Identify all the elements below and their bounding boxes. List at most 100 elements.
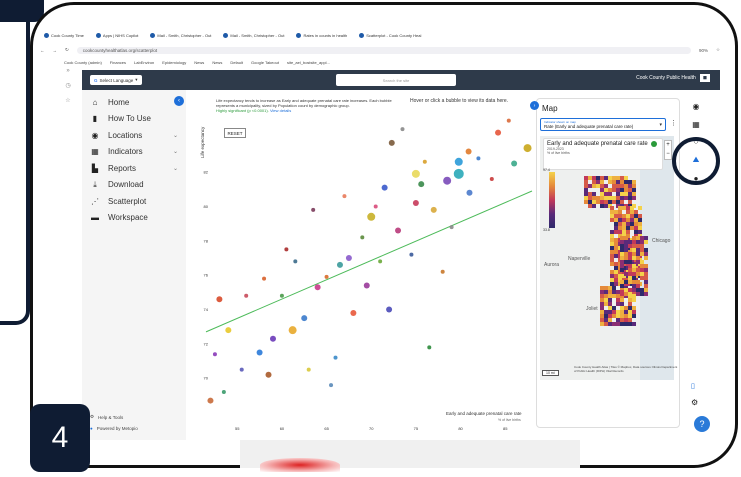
scatter-point[interactable] [360, 235, 365, 240]
map-region[interactable] [592, 180, 596, 184]
map-region[interactable] [628, 302, 632, 306]
scatter-point[interactable] [345, 255, 352, 261]
map-region[interactable] [612, 184, 616, 188]
map-region[interactable] [604, 302, 608, 306]
map-region[interactable] [608, 290, 612, 294]
map-region[interactable] [604, 290, 608, 294]
map-region[interactable] [618, 222, 622, 226]
scatter-point[interactable] [454, 157, 463, 166]
scatter-point[interactable] [363, 282, 370, 289]
map-region[interactable] [624, 192, 628, 196]
map-region[interactable] [644, 280, 648, 284]
map-region[interactable] [610, 214, 614, 218]
scatter-point[interactable] [256, 349, 263, 356]
map-region[interactable] [610, 250, 614, 254]
scatter-point[interactable] [373, 204, 378, 209]
map-region[interactable] [592, 192, 596, 196]
map-region[interactable] [628, 184, 632, 188]
map-region[interactable] [628, 196, 632, 200]
map-region[interactable] [620, 196, 624, 200]
map-region[interactable] [620, 318, 624, 322]
map-region[interactable] [610, 274, 614, 278]
map-region[interactable] [644, 252, 648, 256]
map-region[interactable] [614, 226, 618, 230]
scatter-point[interactable] [395, 227, 402, 234]
map-region[interactable] [610, 206, 614, 210]
map-region[interactable] [624, 196, 628, 200]
map-region[interactable] [620, 248, 624, 252]
map-region[interactable] [636, 240, 640, 244]
scatter-point[interactable] [329, 383, 334, 388]
map-region[interactable] [644, 256, 648, 260]
map-region[interactable] [644, 264, 648, 268]
map-region[interactable] [612, 176, 616, 180]
map-region[interactable] [610, 278, 614, 282]
scatter-point[interactable] [350, 309, 357, 316]
map-region[interactable] [634, 222, 638, 226]
scatter-point[interactable] [225, 327, 232, 334]
map-region[interactable] [622, 222, 626, 226]
scatter-point[interactable] [427, 345, 432, 350]
map-zoom-control[interactable]: + − [664, 140, 672, 160]
map-region[interactable] [608, 298, 612, 302]
map-region[interactable] [624, 292, 628, 296]
map-region[interactable] [632, 192, 636, 196]
map-region[interactable] [620, 200, 624, 204]
map-region[interactable] [608, 188, 612, 192]
map-region[interactable] [600, 176, 604, 180]
map-region[interactable] [600, 188, 604, 192]
map-region[interactable] [626, 206, 630, 210]
map-region[interactable] [610, 218, 614, 222]
scatter-point[interactable] [367, 212, 376, 221]
map-region[interactable] [624, 188, 628, 192]
map-region[interactable] [588, 192, 592, 196]
map-region[interactable] [620, 252, 624, 256]
scatter-point[interactable] [386, 306, 393, 313]
map-region[interactable] [634, 218, 638, 222]
scatter-point[interactable] [284, 247, 289, 252]
map-region[interactable] [640, 272, 644, 276]
map-region[interactable] [644, 268, 648, 272]
map-region[interactable] [584, 188, 588, 192]
map-region[interactable] [604, 204, 608, 208]
map-region[interactable] [640, 252, 644, 256]
map-region[interactable] [614, 282, 618, 286]
map-region[interactable] [604, 318, 608, 322]
map-region[interactable] [608, 192, 612, 196]
map-region[interactable] [632, 248, 636, 252]
scatter-point[interactable] [506, 118, 511, 123]
map-region[interactable] [624, 306, 628, 310]
map-region[interactable] [624, 252, 628, 256]
map-region[interactable] [624, 248, 628, 252]
map-region[interactable] [636, 248, 640, 252]
map-region[interactable] [592, 176, 596, 180]
map-region[interactable] [634, 210, 638, 214]
map-region[interactable] [614, 222, 618, 226]
map-region[interactable] [628, 268, 632, 272]
map-region[interactable] [628, 188, 632, 192]
scatter-point[interactable] [400, 127, 405, 132]
map-region[interactable] [600, 180, 604, 184]
map-region[interactable] [640, 276, 644, 280]
map-region[interactable] [620, 298, 624, 302]
map-region[interactable] [632, 236, 636, 240]
map-region[interactable] [636, 272, 640, 276]
map-region[interactable] [608, 318, 612, 322]
scatter-point[interactable] [381, 184, 388, 191]
map-region[interactable] [600, 306, 604, 310]
map-region[interactable] [620, 184, 624, 188]
scatter-point[interactable] [293, 259, 298, 264]
scatter-point[interactable] [239, 367, 244, 372]
map-region[interactable] [608, 200, 612, 204]
map-region[interactable] [612, 310, 616, 314]
map-region[interactable] [634, 230, 638, 234]
map-region[interactable] [628, 240, 632, 244]
scatter-point[interactable] [262, 276, 267, 281]
map-region[interactable] [584, 184, 588, 188]
scatter-point[interactable] [301, 315, 308, 322]
map-region[interactable] [624, 240, 628, 244]
map-region[interactable] [630, 218, 634, 222]
map-region[interactable] [628, 200, 632, 204]
map-region[interactable] [616, 196, 620, 200]
map-region[interactable] [620, 176, 624, 180]
